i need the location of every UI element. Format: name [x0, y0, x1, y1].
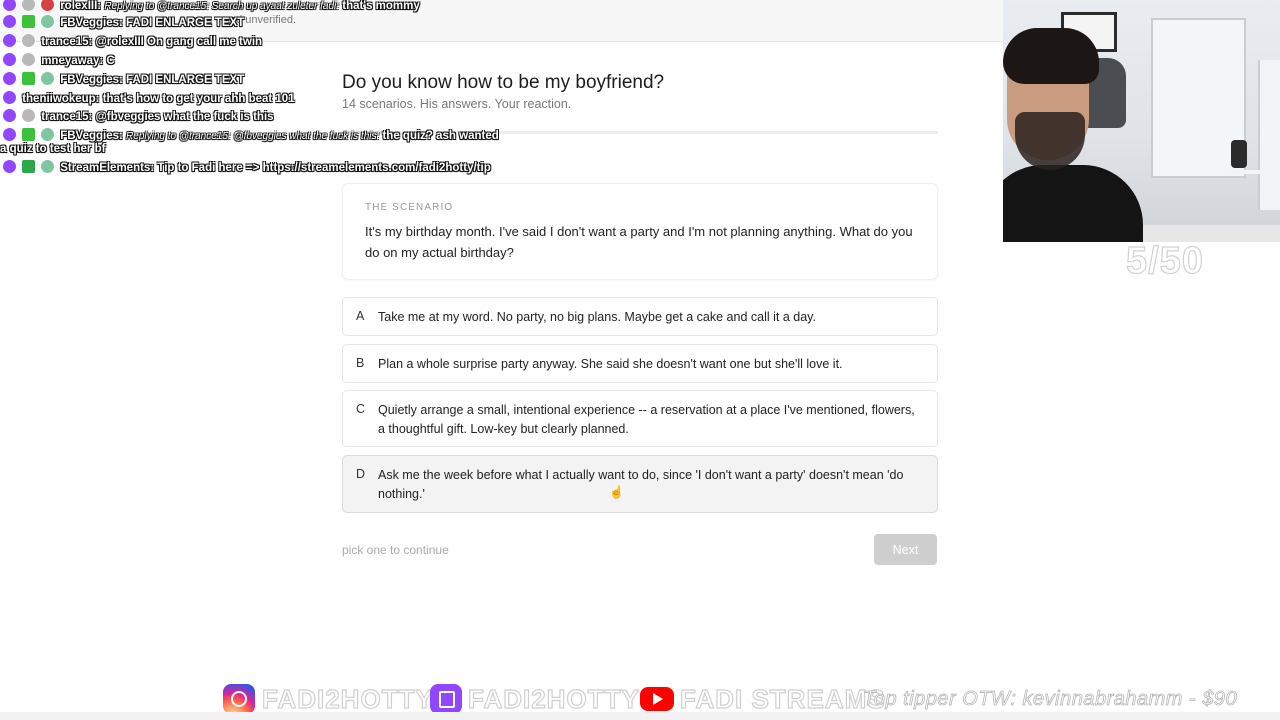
- option-text: Plan a whole surprise party anyway. She …: [378, 357, 843, 371]
- user-badge-icon: [21, 52, 36, 67]
- twitch-icon: [430, 684, 462, 714]
- answer-option-a[interactable]: A Take me at my word. No party, no big p…: [342, 297, 938, 336]
- youtube-icon: [640, 687, 674, 711]
- page-bottom-strip: [0, 712, 1280, 720]
- chat-username: FBVeggies:: [60, 74, 123, 86]
- chat-text: C: [106, 55, 115, 67]
- continue-hint: pick one to continue: [342, 543, 449, 557]
- option-letter: A: [356, 309, 365, 323]
- quiz-subtitle: 14 scenarios. His answers. Your reaction…: [342, 97, 572, 111]
- user-badge-icon: [40, 71, 55, 86]
- instagram-icon: [223, 684, 255, 714]
- option-letter: C: [356, 402, 366, 416]
- chat-username: FBVeggies:: [60, 17, 123, 29]
- twitch-badge-icon: [2, 52, 17, 67]
- user-badge-icon: [40, 0, 55, 12]
- chat-username: mneyaway:: [41, 55, 104, 67]
- chat-message: theniiwokeup: that's how to get your ahh…: [0, 90, 295, 108]
- chat-username: trance15:: [41, 36, 93, 48]
- chat-text: @rolexIII On gang call me twin: [95, 36, 263, 48]
- chat-text: the quiz? ash wanted: [382, 130, 499, 142]
- chat-text: FADI ENLARGE TEXT: [126, 74, 245, 86]
- chat-text: FADI ENLARGE TEXT: [126, 17, 245, 29]
- pointer-cursor-icon: ☝: [609, 485, 624, 499]
- user-badge-icon: [21, 108, 36, 123]
- answer-option-d[interactable]: D Ask me the week before what I actually…: [342, 455, 938, 513]
- twitch-badge-icon: [2, 33, 17, 48]
- chat-text: that's mommy: [342, 0, 420, 12]
- chat-message: trance15: @rolexIII On gang call me twin: [0, 33, 262, 51]
- twitch-badge-icon: [2, 0, 17, 12]
- chat-message: FBVeggies: FADI ENLARGE TEXT: [0, 14, 244, 32]
- chat-message: StreamElements: Tip to Fadi here => http…: [0, 159, 491, 177]
- chat-username: StreamElements:: [60, 162, 155, 174]
- chat-text: @fbveggies what the fuck is this: [95, 111, 274, 123]
- twitch-handle: FADI2HOTTY: [467, 683, 640, 714]
- chat-message: mneyaway: C: [0, 52, 115, 70]
- chat-username: trance15:: [41, 111, 93, 123]
- twitch-badge-icon: [2, 159, 17, 174]
- chat-message: rolexIII: Replying to @trance15: Search …: [0, 0, 420, 15]
- chat-reply-context: Replying to @trance15: Search up ayaat z…: [104, 1, 340, 12]
- option-letter: B: [356, 356, 365, 370]
- option-text: Take me at my word. No party, no big pla…: [378, 310, 816, 324]
- twitch-badge-icon: [2, 127, 17, 142]
- scenario-text: It's my birthday month. I've said I don'…: [365, 224, 913, 260]
- stream-social-banner: FADI2HOTTY FADI2HOTTY FADI STREAMS Top t…: [220, 682, 1280, 716]
- chat-text: Tip to Fadi here => https://streamelemen…: [157, 162, 491, 174]
- option-letter: D: [356, 467, 366, 481]
- next-button[interactable]: Next: [874, 534, 937, 565]
- scenario-card: THE SCENARIO It's my birthday month. I'v…: [342, 183, 938, 280]
- user-badge-icon: [21, 71, 36, 86]
- chat-text: that's how to get your ahh beat 101: [102, 93, 295, 105]
- chat-username: rolexIII:: [60, 0, 102, 12]
- chat-text: a quiz to test her bf: [0, 143, 106, 155]
- user-badge-icon: [40, 14, 55, 29]
- answer-option-b[interactable]: B Plan a whole surprise party anyway. Sh…: [342, 344, 938, 383]
- user-badge-icon: [21, 33, 36, 48]
- bot-badge-icon: [40, 159, 55, 174]
- option-text: Ask me the week before what I actually w…: [378, 468, 904, 501]
- youtube-handle: FADI STREAMS: [679, 683, 886, 714]
- user-badge-icon: [40, 127, 55, 142]
- twitch-badge-icon: [2, 71, 17, 86]
- goal-counter: 5/50: [1125, 239, 1204, 282]
- twitch-badge-icon: [2, 90, 17, 105]
- twitch-badge-icon: [2, 108, 17, 123]
- chat-username: theniiwokeup:: [22, 93, 100, 105]
- quiz-title: Do you know how to be my boyfriend?: [342, 72, 665, 93]
- instagram-handle: FADI2HOTTY: [261, 683, 434, 714]
- webcam-feed: [1003, 0, 1280, 242]
- chat-username: FBVeggies:: [60, 130, 123, 142]
- scenario-eyebrow: THE SCENARIO: [365, 202, 454, 213]
- top-tipper-text: Top tipper OTW: kevinnabrahamm - $90: [863, 688, 1238, 711]
- chat-reply-context: Replying to @trance15: @fbveggies what t…: [126, 131, 380, 142]
- chat-message: FBVeggies: FADI ENLARGE TEXT: [0, 71, 244, 89]
- answer-option-c[interactable]: C Quietly arrange a small, intentional e…: [342, 390, 938, 447]
- moderator-badge-icon: [21, 159, 36, 174]
- user-badge-icon: [21, 127, 36, 142]
- user-badge-icon: [21, 14, 36, 29]
- chat-message: trance15: @fbveggies what the fuck is th…: [0, 108, 274, 126]
- option-text: Quietly arrange a small, intentional exp…: [378, 403, 915, 436]
- user-badge-icon: [21, 0, 36, 12]
- twitch-badge-icon: [2, 14, 17, 29]
